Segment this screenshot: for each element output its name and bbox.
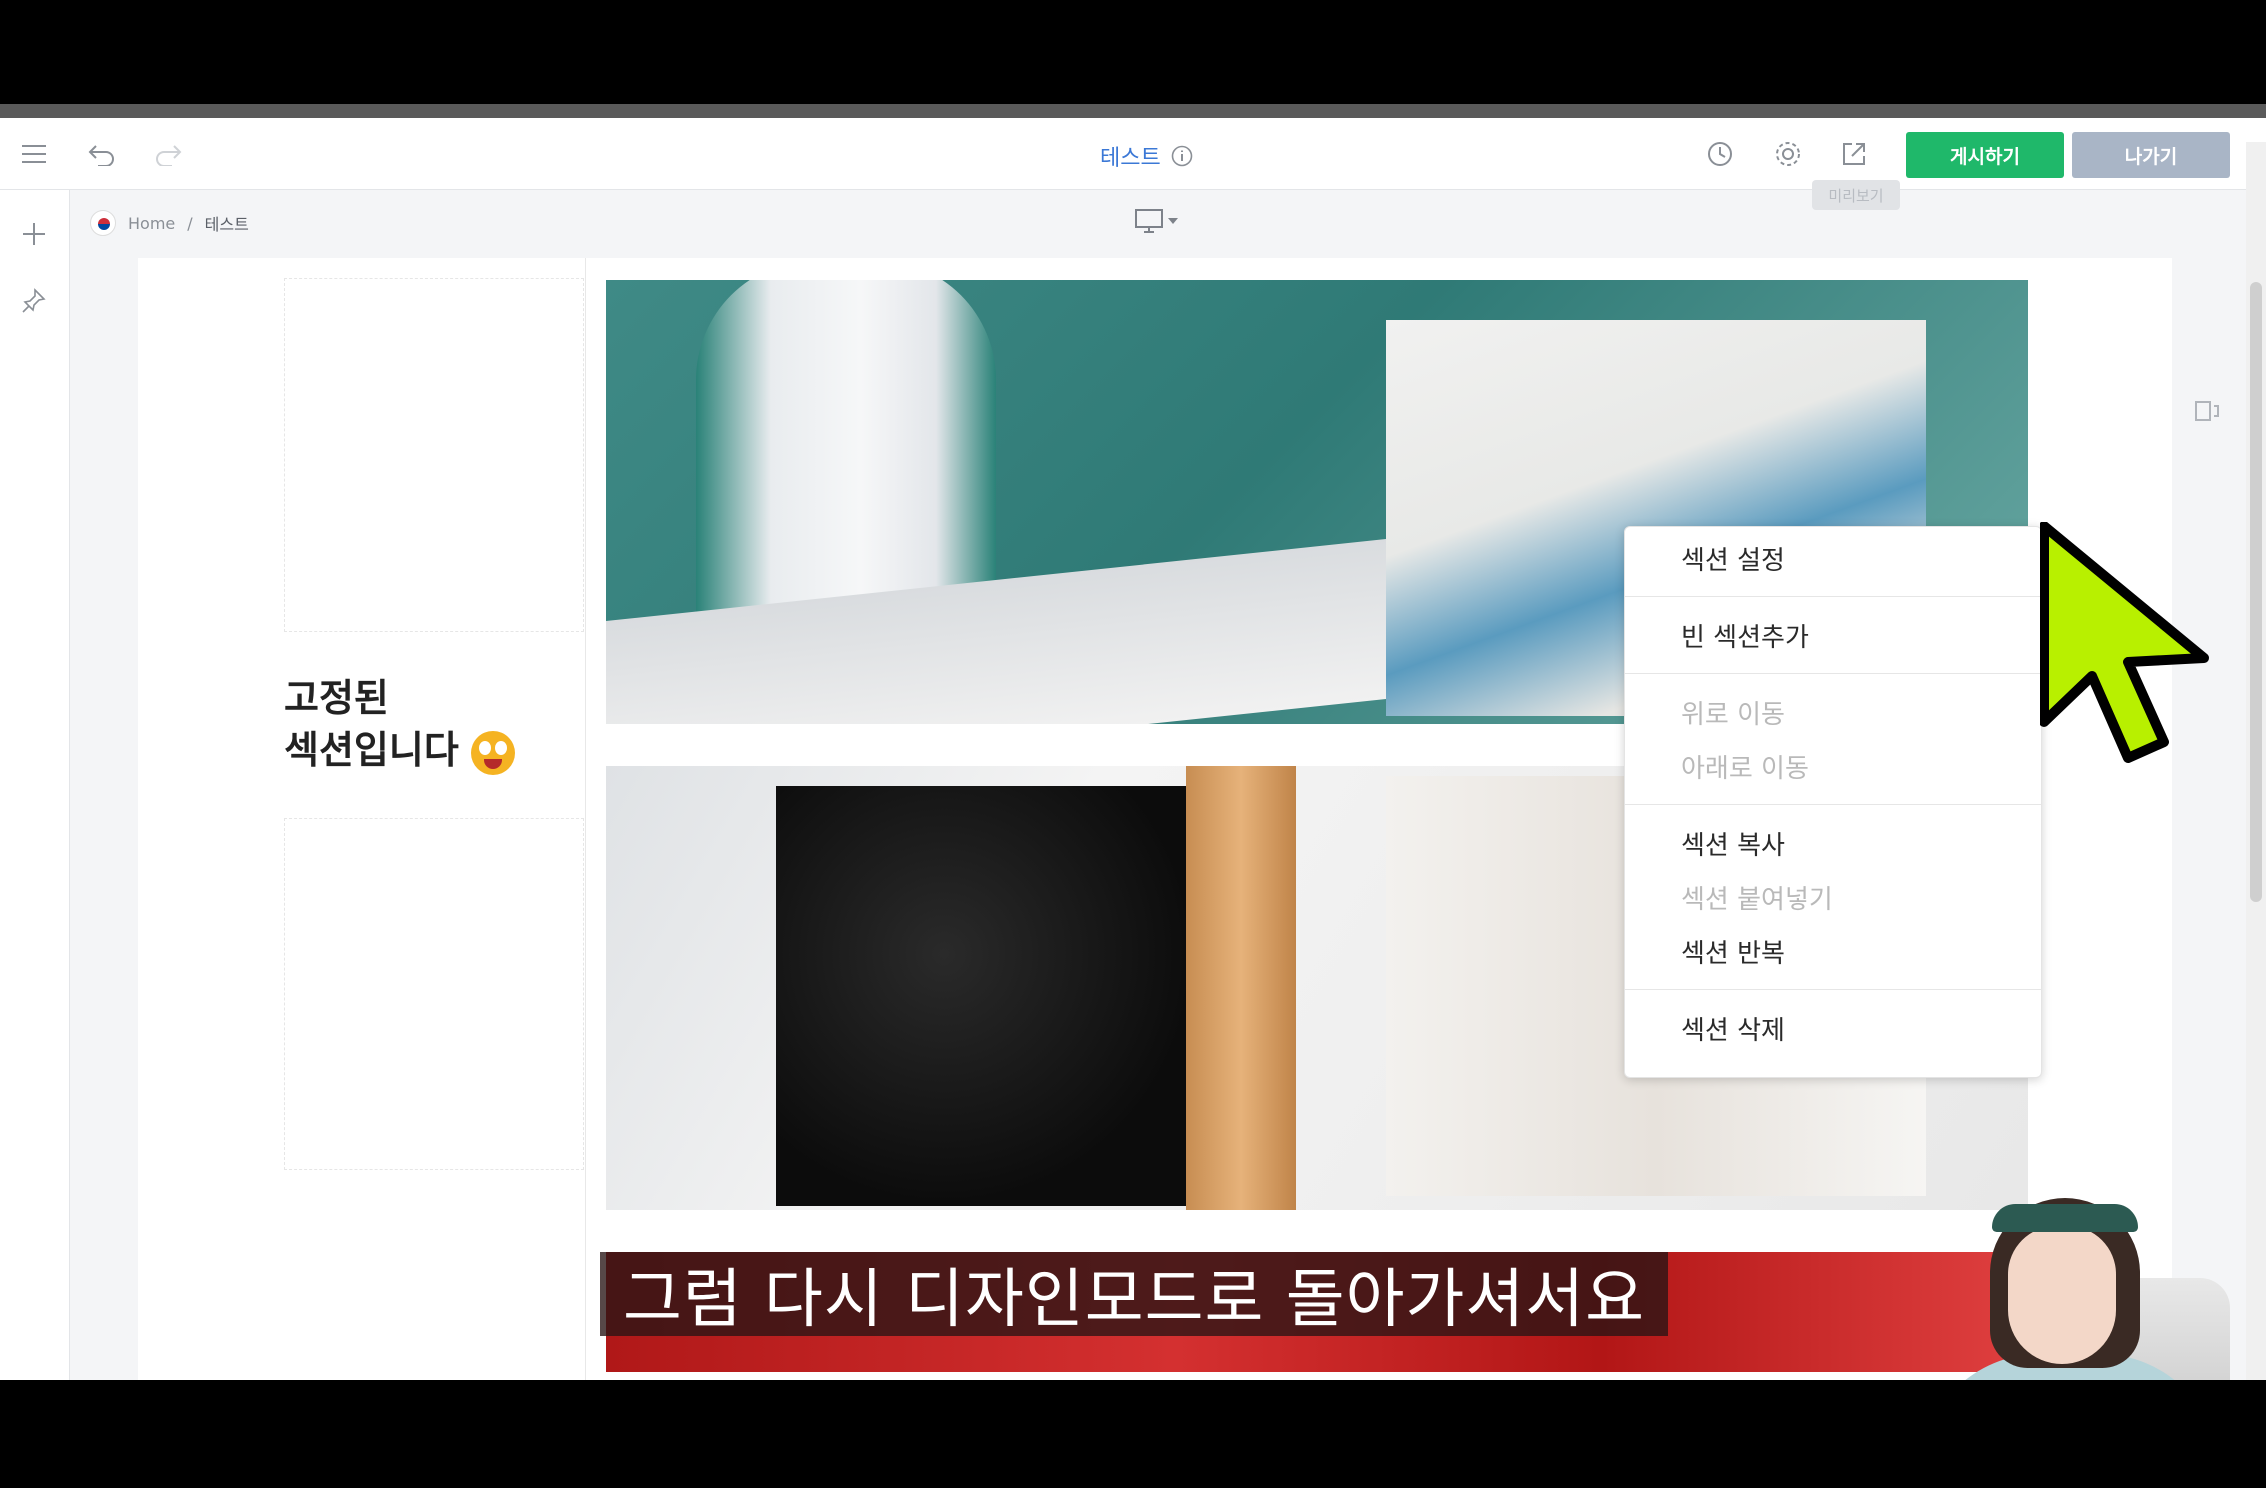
undo-icon[interactable] — [84, 136, 120, 172]
device-selector[interactable] — [1134, 208, 1178, 234]
menu-move-down: 아래로 이동 — [1681, 753, 1809, 784]
menu-section-settings[interactable]: 섹션 설정 — [1625, 531, 2041, 585]
gear-icon[interactable] — [1770, 136, 1806, 172]
language-flag-icon[interactable] — [90, 210, 116, 236]
screen-frame: 테스트 게시하기 나가기 미리보기 Home / 테스트 고정된 섹션입니다 섹… — [0, 0, 2266, 1488]
breadcrumb: Home / 테스트 — [90, 208, 249, 238]
chevron-down-icon — [1168, 218, 1178, 224]
scrollbar[interactable] — [2246, 142, 2266, 1380]
video-subtitle: 그럼 다시 디자인모드로 돌아가셔서요 — [600, 1252, 1668, 1337]
left-toolbar — [0, 190, 70, 1380]
desktop-icon — [1135, 209, 1163, 233]
presenter-face — [2008, 1226, 2116, 1364]
document-title[interactable]: 테스트 — [1100, 138, 1193, 174]
redo-icon[interactable] — [150, 136, 186, 172]
plus-icon[interactable] — [16, 216, 52, 252]
empty-block-bottom[interactable] — [284, 818, 584, 1170]
menu-repeat-section[interactable]: 섹션 반복 — [1625, 924, 2041, 978]
fixed-sidebar-column[interactable]: 고정된 섹션입니다 — [138, 258, 586, 1380]
publish-button[interactable]: 게시하기 — [1906, 132, 2064, 178]
presenter-webcam — [1900, 1178, 2240, 1380]
history-icon[interactable] — [1702, 136, 1738, 172]
brush-image — [1186, 766, 1296, 1210]
external-link-icon[interactable] — [1836, 136, 1872, 172]
exit-button[interactable]: 나가기 — [2072, 132, 2230, 178]
top-toolbar: 테스트 게시하기 나가기 미리보기 — [0, 118, 2266, 210]
menu-divider — [1625, 596, 2041, 597]
window-strip — [0, 104, 2266, 118]
collapse-icon[interactable] — [2192, 396, 2222, 426]
info-icon[interactable] — [1171, 145, 1193, 167]
bag-image — [776, 786, 1196, 1206]
editor-app: 테스트 게시하기 나가기 미리보기 Home / 테스트 고정된 섹션입니다 섹… — [0, 118, 2266, 1380]
menu-delete-section[interactable]: 섹션 삭제 — [1625, 1001, 2041, 1055]
menu-divider — [1625, 804, 2041, 805]
section-context-menu: 섹션 설정 빈 섹션추가 위로 이동 아래로 이동 섹션 복사 섹션 붙여넣기 … — [1624, 526, 2042, 1078]
menu-paste-section: 섹션 붙여넣기 — [1681, 884, 1833, 915]
pin-icon[interactable] — [16, 282, 52, 318]
breadcrumb-current[interactable]: 테스트 — [205, 211, 249, 235]
fixed-section-line1: 고정된 — [284, 676, 389, 720]
fixed-section-heading[interactable]: 고정된 섹션입니다 — [284, 672, 515, 776]
grinning-emoji-icon — [470, 730, 515, 775]
menu-divider — [1625, 673, 2041, 674]
empty-block-top[interactable] — [284, 278, 584, 632]
presenter-headband — [1992, 1204, 2138, 1232]
menu-icon[interactable] — [16, 136, 52, 172]
fixed-section-line2: 섹션입니다 — [284, 728, 459, 772]
menu-copy-section[interactable]: 섹션 복사 — [1625, 816, 2041, 870]
breadcrumb-home[interactable]: Home — [128, 214, 175, 233]
preview-tooltip: 미리보기 — [1812, 180, 1900, 210]
cursor-pointer-icon — [2040, 522, 2209, 763]
menu-move-up: 위로 이동 — [1681, 699, 1785, 730]
document-title-text: 테스트 — [1100, 146, 1161, 171]
scrollbar-thumb[interactable] — [2250, 282, 2262, 902]
breadcrumb-separator: / — [187, 213, 193, 233]
menu-divider — [1625, 989, 2041, 990]
menu-add-empty-section[interactable]: 빈 섹션추가 — [1625, 608, 2041, 662]
